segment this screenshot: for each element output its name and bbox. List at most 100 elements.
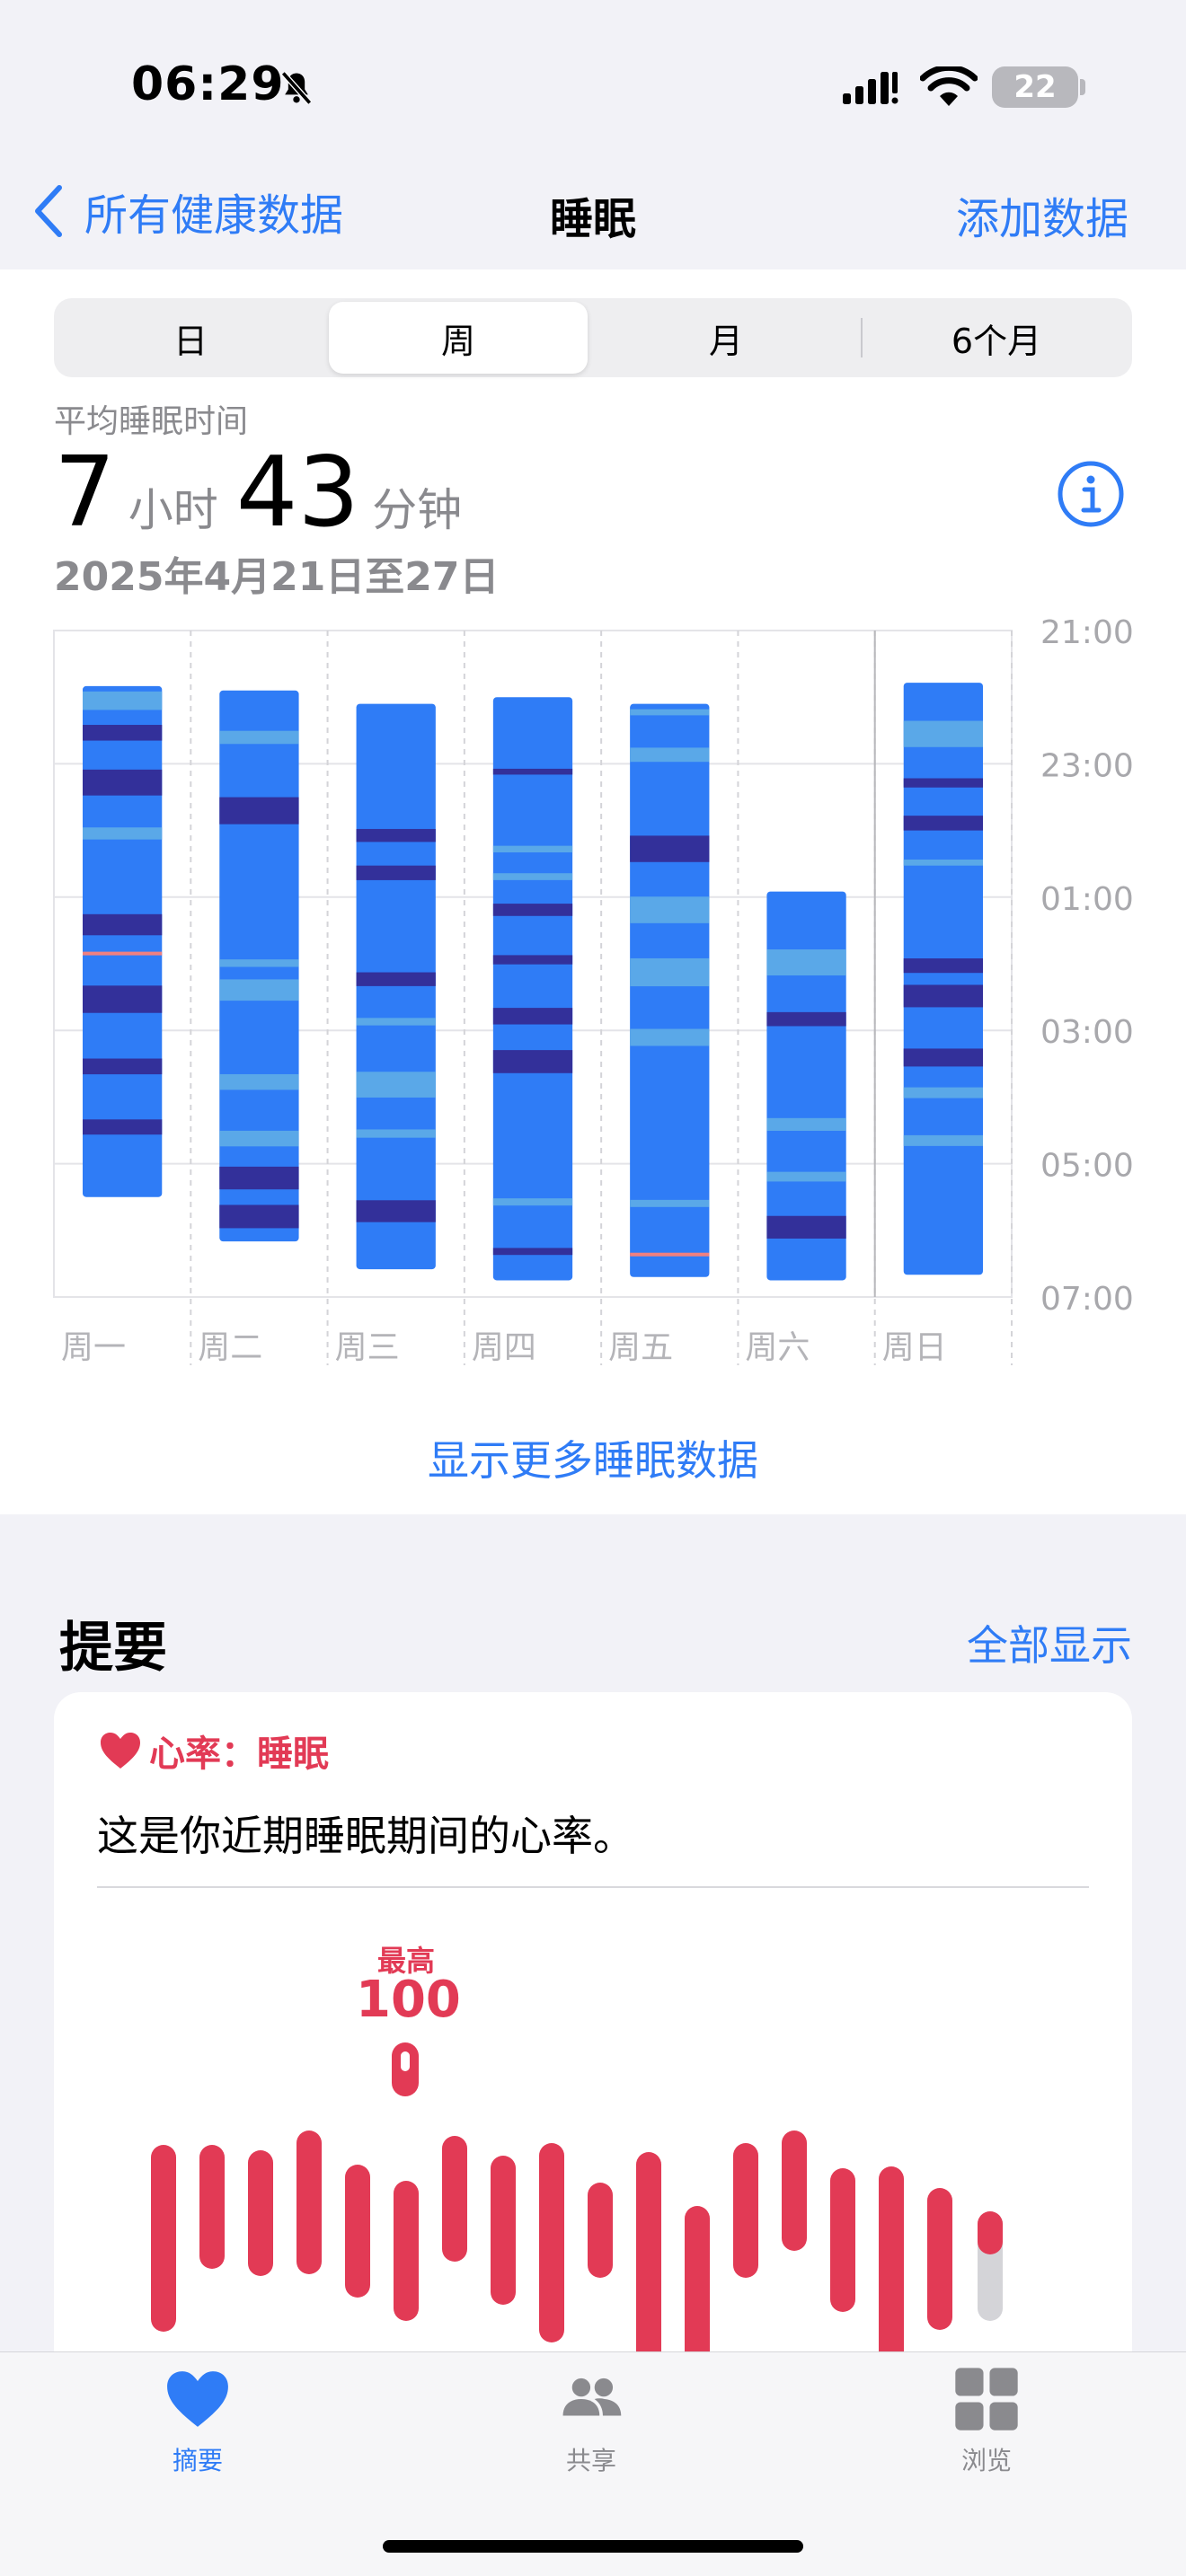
light-sleep-segment <box>766 1171 846 1182</box>
y-tick-label: 03:00 <box>1040 1014 1134 1051</box>
deep-sleep-segment <box>903 816 983 831</box>
battery-tip <box>1080 79 1085 95</box>
deep-sleep-segment <box>630 835 710 862</box>
sleep-bar-3 <box>356 703 436 1270</box>
light-sleep-segment <box>83 691 163 710</box>
deep-sleep-segment <box>903 984 983 1008</box>
x-tick-label: 周四 <box>472 1329 536 1366</box>
people-icon <box>562 2378 622 2416</box>
deep-sleep-segment <box>903 1048 983 1067</box>
deep-sleep-segment <box>356 828 436 842</box>
home-indicator <box>383 2540 803 2553</box>
segment-week[interactable]: 周 <box>329 302 588 374</box>
date-range: 2025年4月21日至27日 <box>54 554 500 600</box>
deep-sleep-segment <box>83 1119 163 1135</box>
deep-sleep-segment <box>83 769 163 796</box>
deep-sleep-segment <box>83 913 163 936</box>
x-tick-label: 周一 <box>61 1329 126 1366</box>
heart-rate-chart <box>151 2042 1003 2353</box>
light-sleep-segment <box>766 949 846 975</box>
segment-month[interactable]: 月 <box>593 302 859 374</box>
segment-divider <box>861 318 863 357</box>
deep-sleep-segment <box>83 725 163 741</box>
deep-sleep-segment <box>83 1058 163 1075</box>
awake-segment <box>83 951 163 956</box>
time-range-segmented-control: 日 周 月 6个月 <box>54 298 1132 377</box>
light-sleep-segment <box>492 873 573 880</box>
light-sleep-segment <box>219 730 299 745</box>
light-sleep-segment <box>903 1134 983 1146</box>
max-marker-dot <box>401 2051 410 2071</box>
light-sleep-segment <box>630 709 710 716</box>
bell-slash-icon <box>280 71 313 105</box>
tab-sharing-label: 共享 <box>565 2446 616 2475</box>
hours-value: 7 <box>54 437 116 549</box>
segment-day[interactable]: 日 <box>58 302 323 374</box>
sleep-bar-7 <box>903 683 983 1275</box>
deep-sleep-segment <box>356 865 436 880</box>
tab-browse[interactable]: 浏览 <box>915 2366 1058 2477</box>
light-sleep-segment <box>630 747 710 763</box>
x-tick-label: 周日 <box>882 1329 947 1366</box>
y-tick-label: 01:00 <box>1040 881 1134 918</box>
hours-unit: 小时 <box>128 484 218 536</box>
light-sleep-segment <box>903 859 983 866</box>
heart-rate-description: 这是你近期睡眠期间的心率。 <box>97 1812 634 1860</box>
deep-sleep-segment <box>492 904 573 916</box>
deep-sleep-segment <box>492 1050 573 1073</box>
show-all-button[interactable]: 全部显示 <box>967 1613 1132 1672</box>
segment-6-months[interactable]: 6个月 <box>864 302 1128 374</box>
light-sleep-segment <box>356 1072 436 1098</box>
light-sleep-segment <box>83 827 163 840</box>
light-sleep-segment <box>356 1018 436 1026</box>
heart-icon <box>167 2371 228 2427</box>
light-sleep-segment <box>766 1117 846 1132</box>
tab-sharing[interactable]: 共享 <box>519 2366 663 2477</box>
tab-browse-label: 浏览 <box>960 2446 1012 2475</box>
light-sleep-segment <box>219 1130 299 1147</box>
minutes-value: 43 <box>235 437 360 549</box>
deep-sleep-segment <box>356 972 436 986</box>
cellular-signal-icon <box>843 72 898 104</box>
light-sleep-segment <box>630 1199 710 1207</box>
light-sleep-segment <box>492 845 573 853</box>
divider <box>97 1886 1089 1888</box>
average-sleep-label: 平均睡眠时间 <box>54 403 249 440</box>
average-sleep-value: 7 小时 43 分钟 <box>54 437 480 549</box>
heart-icon <box>101 1733 140 1769</box>
battery-indicator: 22 <box>992 66 1078 108</box>
x-tick-label: 周五 <box>608 1329 673 1366</box>
minutes-unit: 分钟 <box>372 484 463 536</box>
light-sleep-segment <box>219 959 299 967</box>
light-sleep-segment <box>903 720 983 747</box>
deep-sleep-segment <box>219 1204 299 1229</box>
deep-sleep-segment <box>492 768 573 775</box>
deep-sleep-segment <box>83 985 163 1013</box>
light-sleep-segment <box>630 896 710 923</box>
wifi-icon <box>920 66 978 106</box>
light-sleep-segment <box>630 1028 710 1046</box>
show-more-sleep-data-link[interactable]: 显示更多睡眠数据 <box>0 1428 1186 1487</box>
x-tick-label: 周六 <box>745 1329 810 1366</box>
sleep-bar-5 <box>630 703 710 1277</box>
add-data-button[interactable]: 添加数据 <box>956 183 1128 246</box>
light-sleep-segment <box>630 957 710 987</box>
heart-rate-category: 心率：睡眠 <box>149 1734 329 1775</box>
light-sleep-segment <box>903 1087 983 1098</box>
tab-summary[interactable]: 摘要 <box>126 2366 270 2477</box>
y-tick-label: 07:00 <box>1040 1281 1134 1318</box>
deep-sleep-segment <box>219 797 299 825</box>
max-value: 100 <box>356 1971 461 2029</box>
y-tick-label: 05:00 <box>1040 1148 1134 1185</box>
deep-sleep-segment <box>492 1008 573 1025</box>
awake-segment <box>630 1252 710 1257</box>
y-tick-label: 23:00 <box>1040 747 1134 784</box>
deep-sleep-segment <box>356 1200 436 1222</box>
light-sleep-segment <box>356 1129 436 1138</box>
deep-sleep-segment <box>903 778 983 788</box>
deep-sleep-segment <box>219 1166 299 1190</box>
x-tick-label: 周二 <box>198 1329 262 1366</box>
light-sleep-segment <box>219 1073 299 1090</box>
info-icon[interactable] <box>1057 460 1125 528</box>
sleep-chart[interactable]: 21:00 23:00 01:00 03:00 05:00 07:00 周一 周二 周三 周四 周五… <box>0 611 1186 1383</box>
